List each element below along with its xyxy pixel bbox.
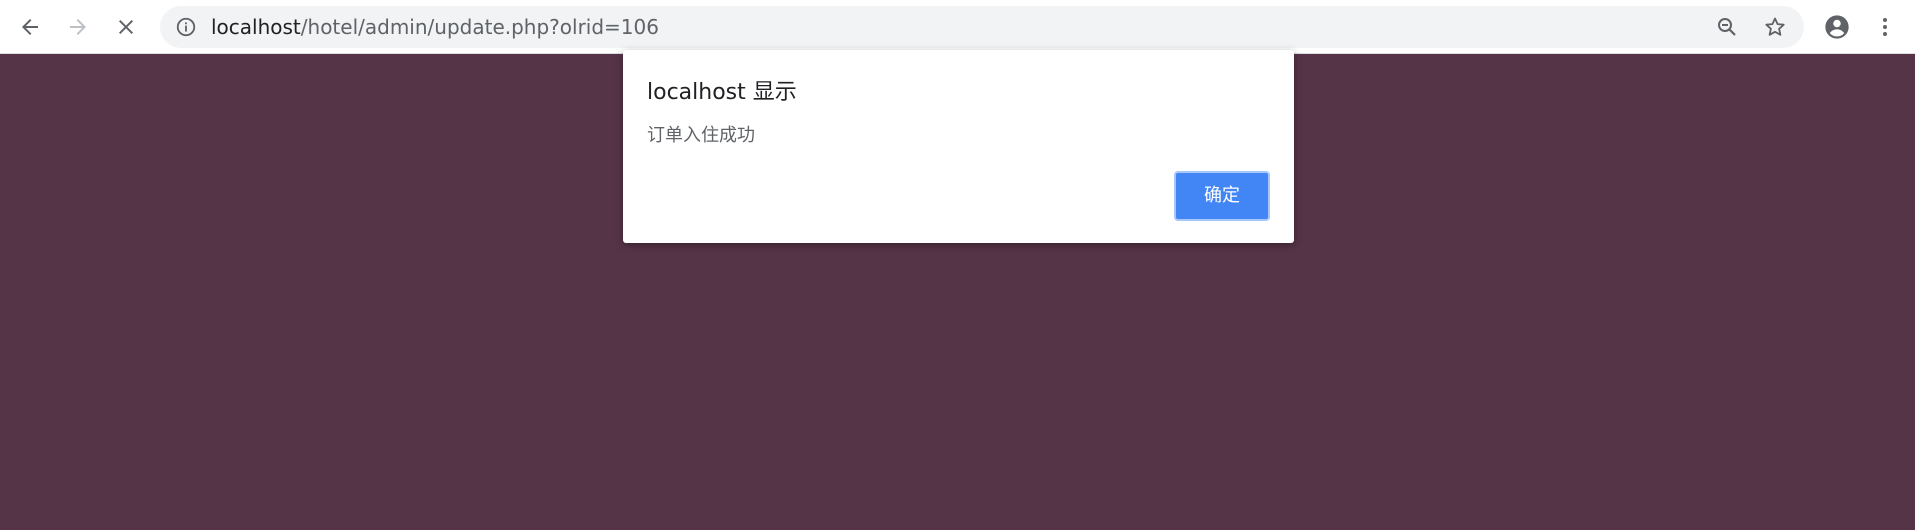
dialog-title: localhost 显示 — [647, 80, 797, 105]
url-path: /hotel/admin/update.php?olrid=106 — [300, 15, 659, 39]
address-bar[interactable]: localhost/hotel/admin/update.php?olrid=1… — [160, 6, 1804, 48]
site-info-button[interactable] — [174, 15, 198, 39]
account-circle-icon — [1825, 15, 1849, 39]
dialog-message: 订单入住成功 — [647, 125, 755, 146]
info-icon — [176, 17, 196, 37]
alert-dialog: localhost 显示 订单入住成功 确定 — [623, 50, 1294, 243]
forward-arrow-icon — [70, 19, 86, 35]
url-host: localhost — [211, 15, 301, 39]
star-icon — [1765, 17, 1785, 36]
forward-button[interactable] — [58, 7, 98, 47]
menu-button[interactable] — [1865, 7, 1905, 47]
zoom-button[interactable] — [1713, 13, 1741, 41]
stop-button[interactable] — [106, 7, 146, 47]
ok-button[interactable]: 确定 — [1174, 171, 1270, 221]
bookmark-button[interactable] — [1761, 13, 1789, 41]
url-text[interactable]: localhost/hotel/admin/update.php?olrid=1… — [211, 6, 659, 48]
stop-loading-icon — [119, 20, 133, 34]
zoom-out-icon — [1718, 18, 1736, 36]
back-arrow-icon — [22, 19, 38, 35]
back-button[interactable] — [10, 7, 50, 47]
more-vert-icon — [1883, 18, 1887, 36]
browser-toolbar: localhost/hotel/admin/update.php?olrid=1… — [0, 0, 1915, 54]
profile-button[interactable] — [1817, 7, 1857, 47]
